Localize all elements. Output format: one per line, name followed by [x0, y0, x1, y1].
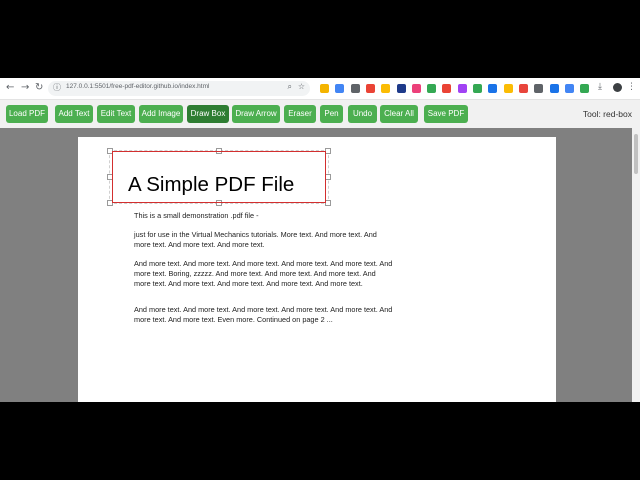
add-text-button[interactable]: Add Text	[55, 105, 93, 123]
extension-icon[interactable]	[518, 84, 528, 93]
current-tool-status: Tool: red-box	[582, 109, 632, 119]
extension-icon[interactable]	[442, 84, 452, 93]
forward-icon[interactable]: →	[21, 82, 29, 94]
pdf-page[interactable]: A Simple PDF File This is a small demons…	[78, 137, 556, 402]
video-letterbox-bottom	[0, 402, 640, 480]
browser-window: ← → ↻ ⓘ 127.0.0.1:5501/free-pdf-editor.g…	[0, 78, 640, 402]
pen-button[interactable]: Pen	[320, 105, 343, 123]
undo-button[interactable]: Undo	[348, 105, 377, 123]
site-info-icon[interactable]: ⓘ	[53, 82, 61, 93]
extension-icon[interactable]	[534, 84, 544, 93]
extension-icon[interactable]	[335, 84, 345, 93]
extension-icon[interactable]	[488, 84, 498, 93]
draw-box-button[interactable]: Draw Box	[187, 105, 229, 123]
extension-icon[interactable]	[381, 84, 391, 93]
extension-icon[interactable]	[549, 84, 559, 93]
save-pdf-button[interactable]: Save PDF	[424, 105, 468, 123]
eraser-button[interactable]: Eraser	[284, 105, 316, 123]
extension-icon[interactable]	[320, 84, 329, 93]
extension-icon[interactable]	[580, 84, 590, 93]
viewer-scrollbar[interactable]	[632, 128, 640, 402]
menu-dots-icon[interactable]: ⋮	[627, 82, 636, 92]
back-icon[interactable]: ←	[6, 82, 14, 94]
zoom-icon[interactable]: ⌕	[288, 82, 292, 92]
edit-text-button[interactable]: Edit Text	[97, 105, 135, 123]
pdf-paragraph: This is a small demonstration .pdf file …	[134, 211, 259, 220]
load-pdf-button[interactable]: Load PDF	[6, 105, 48, 123]
clear-all-button[interactable]: Clear All	[380, 105, 418, 123]
pdf-paragraph: And more text. And more text. And more t…	[134, 259, 393, 288]
extension-icon[interactable]	[427, 84, 437, 93]
pdf-viewer: A Simple PDF File This is a small demons…	[0, 128, 640, 402]
reload-icon[interactable]: ↻	[35, 82, 43, 94]
pdf-title: A Simple PDF File	[128, 173, 295, 196]
scrollbar-thumb[interactable]	[634, 134, 638, 174]
url-text: 127.0.0.1:5501/free-pdf-editor.github.io…	[66, 83, 210, 90]
add-image-button[interactable]: Add Image	[139, 105, 183, 123]
bookmark-star-icon[interactable]: ☆	[298, 82, 305, 91]
pdf-paragraph: just for use in the Virtual Mechanics tu…	[134, 230, 377, 249]
draw-arrow-button[interactable]: Draw Arrow	[232, 105, 280, 123]
extension-icon[interactable]	[411, 84, 421, 93]
extension-icon[interactable]	[564, 84, 574, 93]
editor-toolbar: Load PDF Add Text Edit Text Add Image Dr…	[0, 100, 640, 128]
avatar[interactable]	[613, 83, 622, 92]
video-letterbox-top	[0, 0, 640, 78]
extension-icon[interactable]	[457, 84, 467, 93]
download-icon[interactable]: ⤓	[598, 82, 602, 92]
extension-icon[interactable]	[473, 84, 482, 93]
pdf-paragraph: And more text. And more text. And more t…	[134, 305, 393, 324]
extension-icon[interactable]	[503, 84, 513, 93]
browser-toolbar: ← → ↻ ⓘ 127.0.0.1:5501/free-pdf-editor.g…	[0, 78, 640, 100]
extension-icon[interactable]	[350, 84, 360, 93]
extension-icon[interactable]	[396, 84, 406, 93]
extension-icon[interactable]	[365, 84, 375, 93]
address-bar[interactable]: ⓘ 127.0.0.1:5501/free-pdf-editor.github.…	[48, 81, 310, 96]
